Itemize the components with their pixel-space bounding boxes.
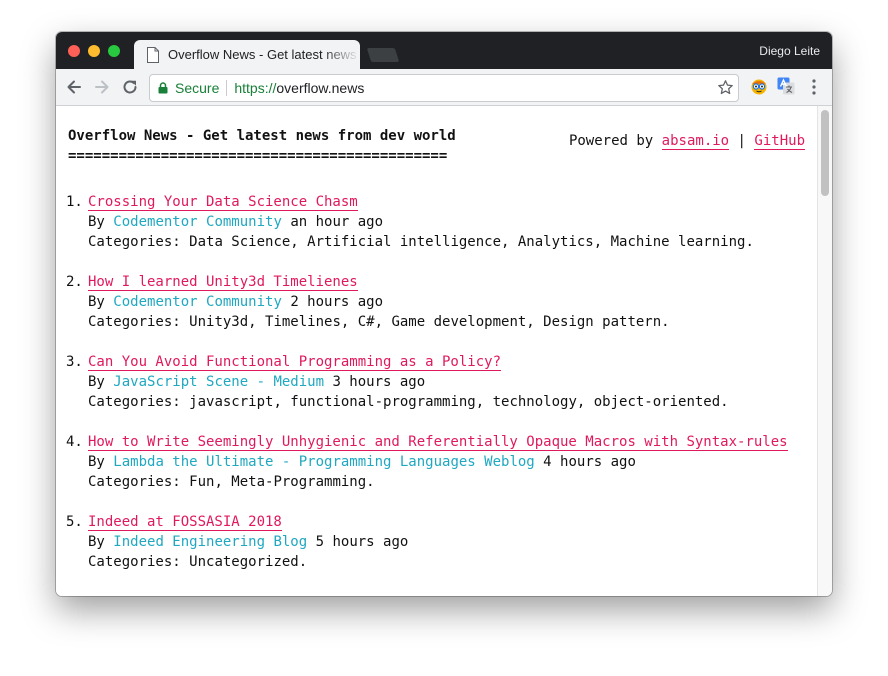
reload-icon[interactable]	[120, 77, 140, 97]
news-categories: Fun, Meta-Programming.	[189, 474, 375, 490]
maximize-window-button[interactable]	[108, 45, 120, 57]
by-label: By	[88, 454, 105, 470]
omnibox-divider	[226, 80, 228, 96]
news-time: an hour ago	[290, 214, 384, 230]
profile-name[interactable]: Diego Leite	[759, 44, 820, 58]
document-icon	[147, 46, 159, 63]
news-item: 1. Crossing Your Data Science Chasm By C…	[66, 192, 816, 252]
google-translate-icon[interactable]	[777, 77, 795, 95]
forward-arrow-icon[interactable]	[92, 77, 112, 97]
kebab-menu-icon[interactable]	[810, 78, 818, 96]
lock-icon	[158, 82, 168, 94]
site-title-underline: ========================================…	[68, 148, 448, 164]
news-number: 3.	[66, 354, 83, 370]
by-label: By	[88, 214, 105, 230]
by-label: By	[88, 534, 105, 550]
close-window-button[interactable]	[68, 45, 80, 57]
tab-overflow-news[interactable]: Overflow News - Get latest news from dev…	[134, 40, 360, 69]
news-source: Codementor Community	[113, 214, 282, 230]
absam-link[interactable]: absam.io	[661, 133, 730, 150]
news-source: Codementor Community	[113, 294, 282, 310]
bookmark-star-icon[interactable]	[717, 79, 734, 96]
url-host: overflow.news	[276, 80, 365, 96]
categories-label: Categories:	[88, 554, 181, 570]
news-title-link[interactable]: How I learned Unity3d Timelienes	[88, 274, 358, 291]
news-time: 2 hours ago	[290, 294, 384, 310]
categories-label: Categories:	[88, 314, 181, 330]
by-label: By	[88, 294, 105, 310]
vertical-scrollbar[interactable]	[817, 106, 832, 596]
news-source: JavaScript Scene - Medium	[113, 374, 325, 390]
news-title-link[interactable]: How to Write Seemingly Unhygienic and Re…	[88, 434, 788, 451]
news-title-link[interactable]: Crossing Your Data Science Chasm	[88, 194, 358, 211]
page-content: Overflow News - Get latest news from dev…	[56, 106, 818, 596]
categories-label: Categories:	[88, 234, 181, 250]
news-item: 5. Indeed at FOSSASIA 2018 By Indeed Eng…	[66, 512, 816, 572]
categories-label: Categories:	[88, 394, 181, 410]
news-item: 2. How I learned Unity3d Timelienes By C…	[66, 272, 816, 332]
url-scheme: https://	[234, 80, 277, 96]
by-label: By	[88, 374, 105, 390]
news-time: 4 hours ago	[543, 454, 636, 470]
site-title: Overflow News - Get latest news from dev…	[68, 126, 456, 166]
news-time: 5 hours ago	[315, 534, 409, 550]
browser-window: Overflow News - Get latest news from dev…	[56, 32, 832, 596]
news-title-link[interactable]: Indeed at FOSSASIA 2018	[88, 514, 282, 531]
news-categories: Unity3d, Timelines, C#, Game development…	[189, 314, 670, 330]
powered-by: Powered by absam.io | GitHub	[569, 132, 805, 150]
news-list: 1. Crossing Your Data Science Chasm By C…	[66, 192, 816, 592]
news-number: 4.	[66, 434, 83, 450]
minimize-window-button[interactable]	[88, 45, 100, 57]
new-tab-button[interactable]	[366, 48, 400, 62]
back-arrow-icon[interactable]	[64, 77, 84, 97]
news-number: 5.	[66, 514, 83, 530]
news-item: 3. Can You Avoid Functional Programming …	[66, 352, 816, 412]
news-number: 1.	[66, 194, 83, 210]
title-bar: Overflow News - Get latest news from dev…	[56, 32, 832, 69]
news-title-link[interactable]: Can You Avoid Functional Programming as …	[88, 354, 502, 371]
categories-label: Categories:	[88, 474, 181, 490]
link-separator: |	[737, 133, 746, 149]
news-time: 3 hours ago	[332, 374, 426, 390]
news-source: Indeed Engineering Blog	[113, 534, 308, 550]
extension-face-icon[interactable]	[750, 77, 768, 95]
scrollbar-thumb[interactable]	[821, 110, 829, 196]
news-categories: Uncategorized.	[189, 554, 308, 570]
github-link[interactable]: GitHub	[754, 133, 805, 150]
news-categories: javascript, functional-programming, tech…	[189, 394, 729, 410]
site-title-text: Overflow News - Get latest news from dev…	[68, 128, 456, 144]
browser-toolbar: Secure https://overflow.news	[56, 69, 832, 106]
address-bar[interactable]: Secure https://overflow.news	[149, 74, 739, 102]
news-categories: Data Science, Artificial intelligence, A…	[189, 234, 754, 250]
secure-label: Secure	[175, 80, 220, 96]
news-item: 4. How to Write Seemingly Unhygienic and…	[66, 432, 816, 492]
powered-by-label: Powered by	[568, 133, 654, 149]
news-number: 2.	[66, 274, 83, 290]
news-source: Lambda the Ultimate - Programming Langua…	[113, 454, 535, 470]
tab-title: Overflow News - Get latest news from dev…	[168, 47, 360, 62]
